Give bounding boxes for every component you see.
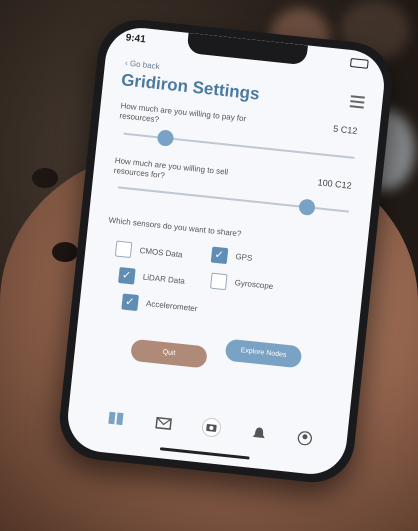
cmos-checkbox[interactable]: [114, 240, 133, 259]
message-icon[interactable]: [155, 416, 172, 432]
status-time: 9:41: [125, 32, 147, 46]
sell-slider-thumb[interactable]: [298, 198, 317, 217]
pay-value: 5 C12: [332, 123, 358, 137]
sell-question: How much are you willing to sell resourc…: [113, 155, 229, 181]
cmos-label: CMOS Data: [139, 245, 183, 260]
sensors-question: Which sensors do you want to share?: [108, 215, 242, 239]
explore-nodes-button[interactable]: Explore Nodes: [224, 338, 303, 369]
gyroscope-checkbox[interactable]: [209, 272, 228, 291]
grid-icon[interactable]: [107, 411, 124, 427]
quit-button[interactable]: Quit: [130, 338, 208, 369]
lidar-label: LiDAR Data: [142, 272, 186, 286]
app-screen: 9:41 ‹ Go back Gridiron Settings How muc…: [64, 24, 388, 478]
menu-icon[interactable]: [349, 95, 365, 109]
accelerometer-checkbox[interactable]: [121, 293, 139, 312]
pay-slider-thumb[interactable]: [156, 129, 175, 147]
back-link[interactable]: ‹ Go back: [125, 58, 160, 71]
phone: 9:41 ‹ Go back Gridiron Settings How muc…: [55, 15, 397, 487]
accelerometer-label: Accelerometer: [145, 298, 198, 314]
pay-slider[interactable]: [123, 129, 355, 159]
gps-label: GPS: [235, 252, 253, 263]
gyroscope-label: Gyroscope: [234, 278, 274, 292]
notch: [186, 32, 308, 66]
sell-value: 100 C12: [317, 177, 353, 191]
battery-icon: [349, 57, 369, 69]
sell-slider[interactable]: [117, 186, 349, 217]
lidar-checkbox[interactable]: [118, 266, 136, 285]
tab-bar: [66, 400, 348, 459]
page-title: Gridiron Settings: [120, 70, 261, 104]
fingernail: [52, 242, 78, 262]
pay-question: How much are you willing to pay for reso…: [119, 101, 247, 125]
bell-icon[interactable]: [250, 426, 267, 442]
user-icon[interactable]: [296, 430, 313, 446]
fingernail: [32, 168, 58, 188]
home-indicator: [159, 447, 250, 460]
back-label: Go back: [129, 58, 161, 72]
gps-checkbox[interactable]: [210, 246, 229, 265]
camera-icon[interactable]: [200, 416, 222, 438]
